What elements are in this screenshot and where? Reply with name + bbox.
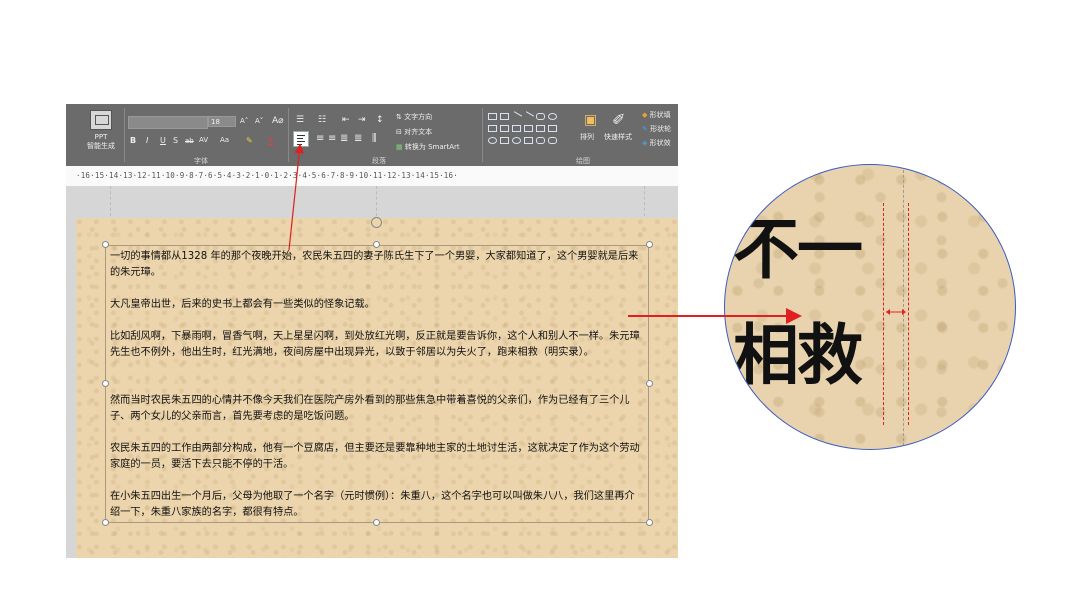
annotation-layer: [288, 143, 906, 324]
indent-arrowhead-left: [886, 309, 890, 315]
indent-arrowhead-right: [902, 309, 906, 315]
pointer-arrow: [288, 143, 305, 251]
